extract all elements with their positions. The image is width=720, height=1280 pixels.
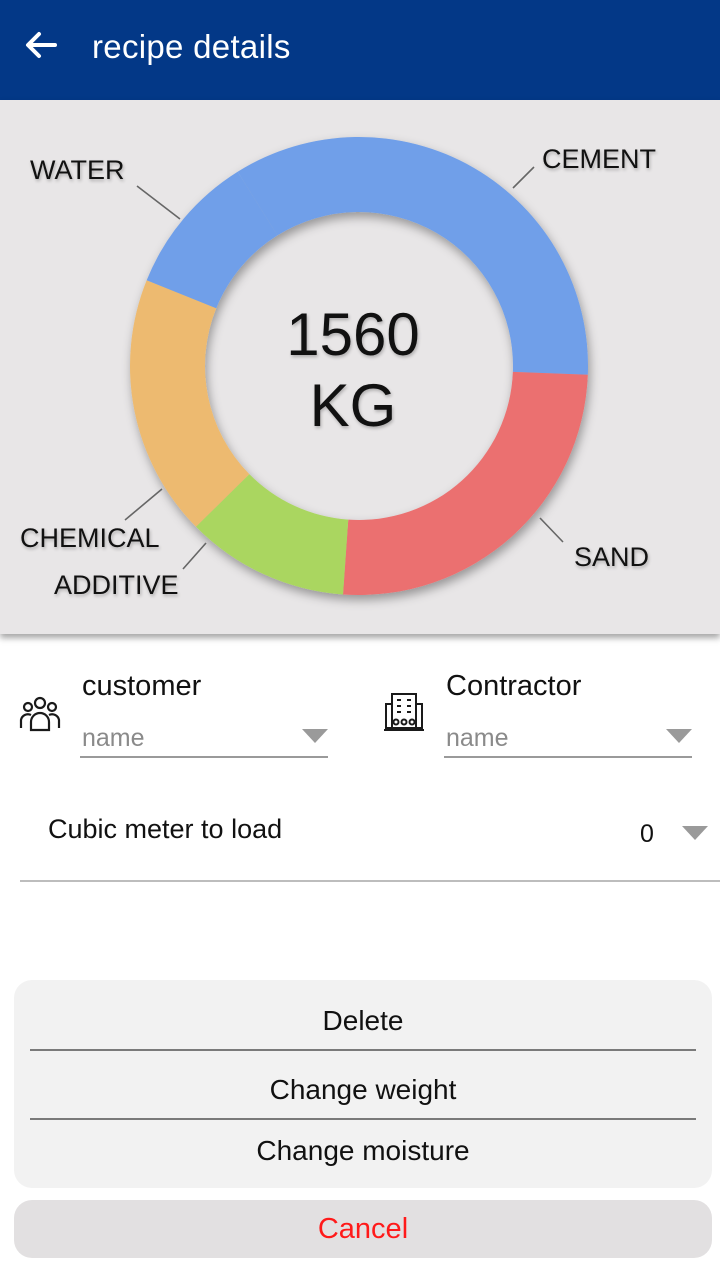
cubic-meter-row[interactable]: Cubic meter to load 0: [20, 790, 720, 882]
back-button[interactable]: [14, 18, 68, 72]
chemical-leader-line-2: [182, 542, 207, 570]
slice-label-water: WATER: [30, 155, 125, 185]
customer-dropdown-value: name: [82, 724, 145, 752]
chevron-down-icon: [302, 729, 328, 743]
donut-slice-water: [130, 280, 250, 527]
slice-label-sand: SAND: [574, 542, 650, 572]
action-sheet: Delete Change weight Change moisture: [14, 980, 712, 1188]
delete-button[interactable]: Delete: [30, 987, 696, 1055]
water-leader-line: [136, 185, 181, 220]
people-icon: [18, 692, 62, 736]
cancel-button[interactable]: Cancel: [14, 1200, 712, 1258]
slice-label-chemical: CHEMICAL: [20, 523, 160, 553]
slice-label-cement: CEMENT: [542, 144, 656, 174]
change-moisture-button[interactable]: Change moisture: [30, 1117, 696, 1185]
customer-dropdown[interactable]: name: [80, 716, 328, 758]
chevron-down-icon: [666, 729, 692, 743]
slice-label-additive: ADDITIVE: [54, 570, 179, 600]
page-title: recipe details: [92, 28, 291, 65]
total-weight-value: 1560: [286, 301, 420, 368]
chevron-down-icon: [682, 826, 708, 840]
cubic-meter-value: 0: [640, 820, 654, 848]
recipe-chart-panel: 1560 KG WATER CEMENT SAND CHEMICAL ADDIT…: [0, 100, 720, 634]
arrow-left-icon: [26, 32, 57, 58]
contractor-dropdown-value: name: [446, 724, 509, 752]
total-weight-unit: KG: [309, 372, 397, 439]
building-icon: [382, 690, 426, 734]
divider: [30, 1049, 696, 1051]
sand-leader-line: [539, 517, 564, 543]
cement-leader-line: [512, 166, 535, 189]
chemical-leader-line-1: [124, 488, 163, 521]
contractor-dropdown[interactable]: name: [444, 716, 692, 758]
change-weight-button[interactable]: Change weight: [30, 1056, 696, 1124]
contractor-title: Contractor: [446, 670, 582, 702]
cubic-meter-label: Cubic meter to load: [48, 814, 283, 844]
customer-title: customer: [82, 670, 202, 702]
app-bar: recipe details: [0, 0, 720, 100]
